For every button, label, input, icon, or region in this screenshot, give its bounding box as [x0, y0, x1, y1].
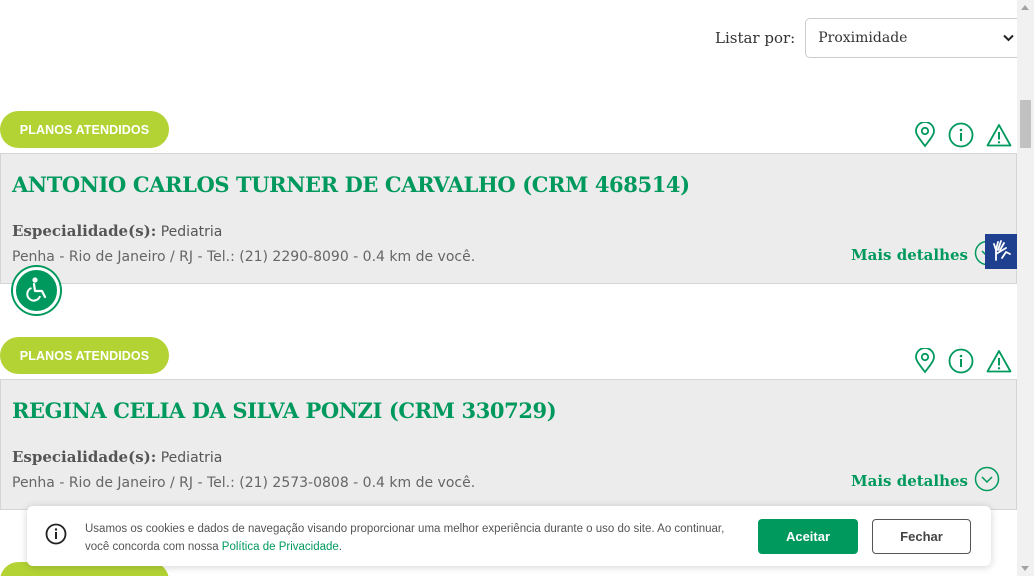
address-line: Penha - Rio de Janeiro / RJ - Tel.: (21)… [12, 475, 476, 491]
warning-icon[interactable] [986, 123, 1012, 147]
cookie-text: Usamos os cookies e dados de navegação v… [85, 523, 725, 553]
specialty-value: Pediatria [160, 224, 223, 240]
plans-button[interactable]: PLANOS ATENDIDOS [0, 337, 169, 374]
address-line: Penha - Rio de Janeiro / RJ - Tel.: (21)… [12, 249, 476, 265]
map-pin-icon[interactable] [914, 348, 936, 374]
specialty-line: Especialidade(s): Pediatria [12, 448, 222, 466]
specialty-label: Especialidade(s): [12, 448, 157, 466]
result-actions [914, 348, 1012, 374]
scroll-down-arrow[interactable] [1021, 566, 1029, 571]
cookie-message: Usamos os cookies e dados de navegação v… [85, 520, 735, 556]
chevron-down-icon [974, 466, 1000, 496]
scrollbar[interactable] [1017, 0, 1034, 576]
specialty-value: Pediatria [160, 450, 223, 466]
more-details-label: Mais detalhes [851, 246, 968, 264]
sort-selected-value: Proximidade [818, 30, 908, 46]
close-cookies-button[interactable]: Fechar [872, 519, 971, 554]
sign-language-icon [990, 238, 1012, 266]
info-icon[interactable] [948, 348, 974, 374]
plans-button[interactable]: PLANOS ATENDIDOS [0, 111, 169, 148]
doctor-name[interactable]: ANTONIO CARLOS TURNER DE CARVALHO (CRM 4… [12, 172, 690, 197]
more-details-link[interactable]: Mais detalhes [851, 240, 1000, 270]
result-actions [914, 122, 1012, 148]
more-details-link[interactable]: Mais detalhes [851, 466, 1000, 496]
wheelchair-icon [23, 275, 51, 307]
scrollbar-thumb[interactable] [1020, 100, 1031, 148]
cookie-banner: Usamos os cookies e dados de navegação v… [27, 506, 991, 566]
map-pin-icon[interactable] [914, 122, 936, 148]
accept-cookies-button[interactable]: Aceitar [758, 519, 858, 554]
sort-label: Listar por: [715, 29, 796, 47]
sort-select[interactable]: Proximidade [805, 18, 1026, 58]
sort-bar: Listar por: Proximidade [715, 18, 1026, 58]
specialty-label: Especialidade(s): [12, 222, 157, 240]
accessibility-button[interactable] [13, 267, 60, 314]
scroll-up-arrow[interactable] [1021, 5, 1029, 10]
info-icon [45, 523, 67, 549]
more-details-label: Mais detalhes [851, 472, 968, 490]
chevron-down-icon [1003, 31, 1014, 45]
warning-icon[interactable] [986, 349, 1012, 373]
doctor-card: ANTONIO CARLOS TURNER DE CARVALHO (CRM 4… [0, 153, 1017, 284]
info-icon[interactable] [948, 122, 974, 148]
sign-language-button[interactable] [985, 234, 1017, 269]
cookie-text-suffix: . [338, 541, 342, 553]
privacy-policy-link[interactable]: Política de Privacidade [222, 541, 339, 553]
doctor-name[interactable]: REGINA CELIA DA SILVA PONZI (CRM 330729) [12, 398, 557, 423]
doctor-card: REGINA CELIA DA SILVA PONZI (CRM 330729)… [0, 379, 1017, 510]
specialty-line: Especialidade(s): Pediatria [12, 222, 222, 240]
